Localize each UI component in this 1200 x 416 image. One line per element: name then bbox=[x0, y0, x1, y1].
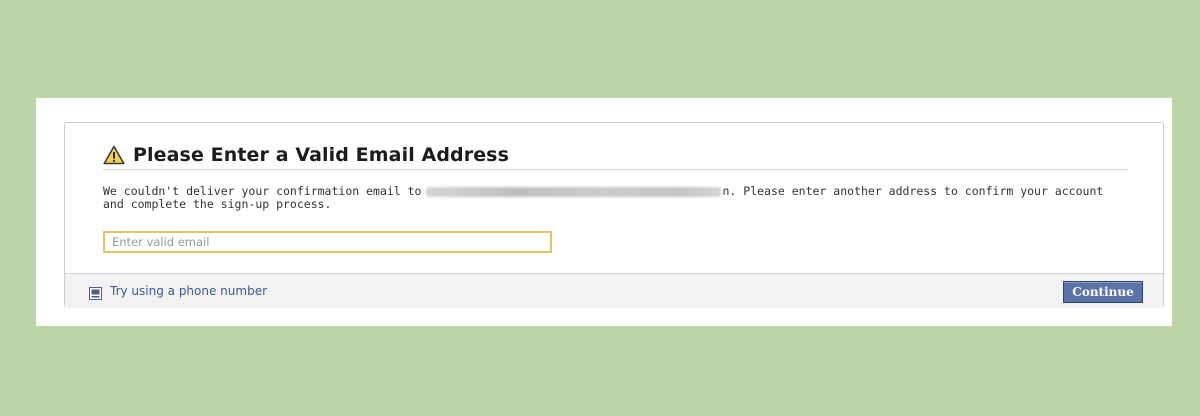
redacted-email bbox=[425, 186, 721, 197]
dialog-title: Please Enter a Valid Email Address bbox=[133, 144, 509, 166]
message-text-before: We couldn't deliver your confirmation em… bbox=[103, 184, 422, 198]
warning-triangle-icon bbox=[103, 145, 125, 165]
dialog-footer: Try using a phone number Continue bbox=[65, 273, 1163, 308]
dialog-message: We couldn't deliver your confirmation em… bbox=[103, 185, 1113, 211]
try-phone-label: Try using a phone number bbox=[110, 284, 268, 298]
confirmation-dialog: Please Enter a Valid Email Address We co… bbox=[64, 122, 1164, 308]
continue-button[interactable]: Continue bbox=[1063, 281, 1143, 303]
email-input[interactable] bbox=[103, 231, 552, 253]
page-band: Please Enter a Valid Email Address We co… bbox=[36, 98, 1172, 326]
try-phone-link[interactable]: Try using a phone number bbox=[89, 284, 268, 300]
phone-icon bbox=[89, 285, 102, 300]
dialog-header: Please Enter a Valid Email Address bbox=[103, 141, 1128, 170]
